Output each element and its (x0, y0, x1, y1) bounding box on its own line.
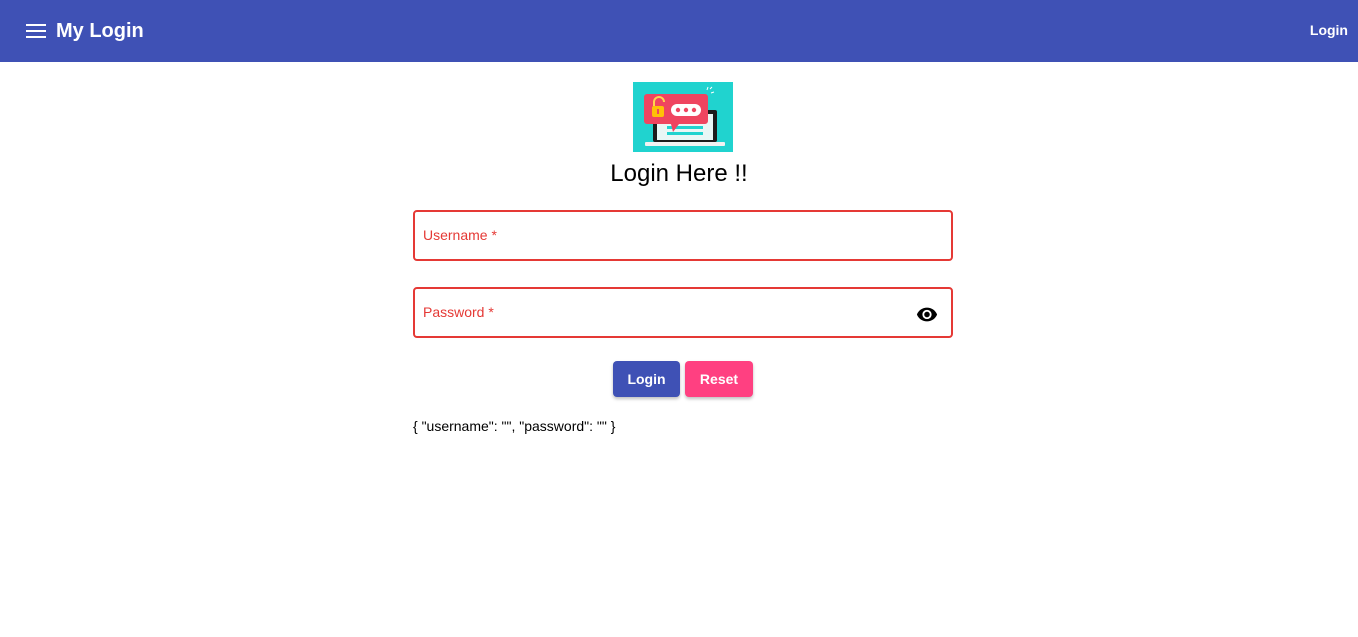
eye-icon[interactable] (915, 302, 939, 326)
form-json-output: { "username": "", "password": "" } (413, 418, 616, 434)
password-field-container (413, 287, 953, 338)
app-toolbar: My Login Login (0, 0, 1358, 62)
hamburger-menu-icon[interactable] (22, 17, 50, 45)
username-input[interactable] (423, 218, 903, 252)
reset-button[interactable]: Reset (685, 361, 753, 397)
username-field-container (413, 210, 953, 261)
app-title: My Login (56, 20, 144, 42)
nav-login-link[interactable]: Login (1310, 19, 1348, 41)
page-title: Login Here !! (610, 160, 748, 187)
password-input[interactable] (423, 295, 903, 329)
login-logo-image (633, 82, 733, 152)
login-button[interactable]: Login (613, 361, 680, 397)
